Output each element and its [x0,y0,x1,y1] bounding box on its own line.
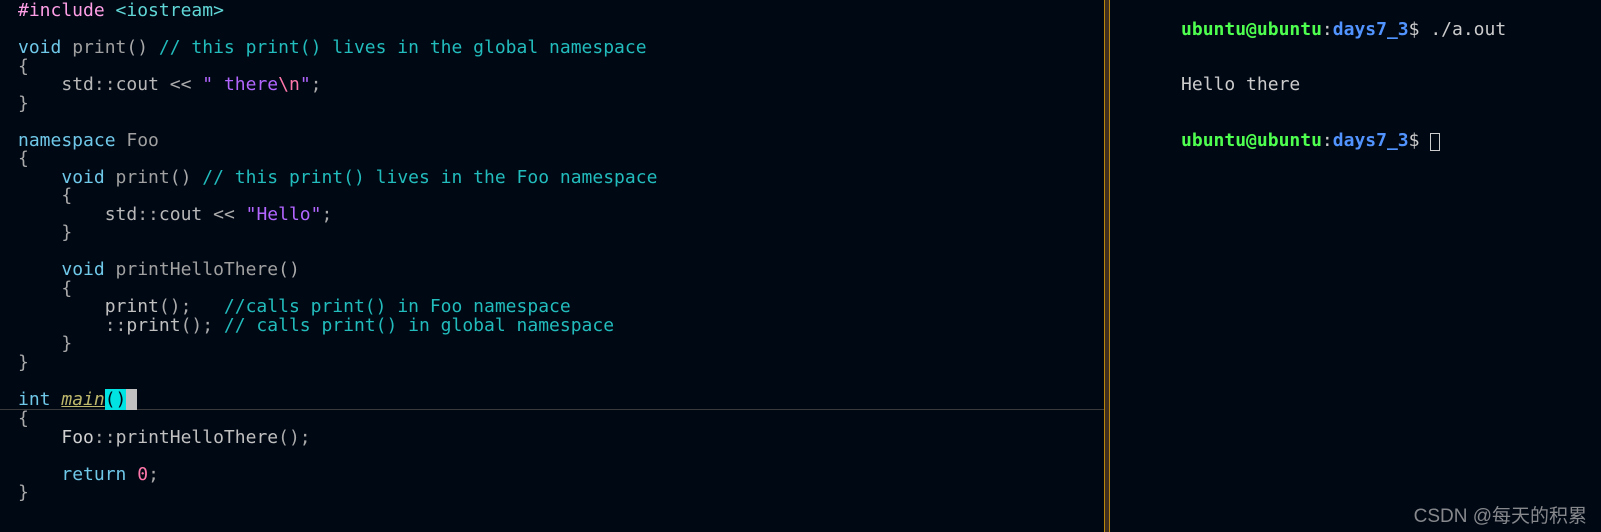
code-line[interactable]: return 0; [0,466,1104,485]
code-content [14,372,1104,391]
token-op: } [18,482,29,503]
token-op: :: [137,204,159,225]
code-line[interactable]: ::print(); // calls print() in global na… [0,317,1104,336]
code-content: #include <iostream> [14,2,1104,21]
code-line[interactable]: int main() [0,391,1104,411]
prompt-dollar: $ [1409,19,1420,40]
token-fooc: Foo [61,427,94,448]
code-line[interactable]: void print() // this print() lives in th… [0,39,1104,58]
editor-cursor-icon [126,389,137,410]
token-op: << [202,204,245,225]
terminal-output: Hello there [1116,58,1595,114]
code-line[interactable]: std::cout << "Hello"; [0,206,1104,225]
code-content: } [14,484,1104,503]
code-line[interactable] [0,113,1104,132]
token-esc: \n [278,74,300,95]
keyword-int: int [18,389,61,410]
token-inc: <iostream> [116,0,224,21]
code-line[interactable]: #include <iostream> [0,2,1104,21]
prompt-colon: : [1322,19,1333,40]
token-op: ; [311,74,322,95]
prompt-path: days7_3 [1333,19,1409,40]
token-ns: std [61,74,94,95]
code-line[interactable] [0,372,1104,391]
token-op: () [126,37,159,58]
token-op: (); [278,427,311,448]
function-main: main [61,389,104,410]
token-pp: #include [18,0,116,21]
token-call: print [126,315,180,336]
code-line[interactable]: } [0,354,1104,373]
token-fn: print [116,167,170,188]
terminal-line: ubuntu@ubuntu:days7_3$ [1116,113,1595,169]
terminal-line: ubuntu@ubuntu:days7_3$ ./a.out [1116,2,1595,58]
token-ns: cout [159,204,202,225]
code-line[interactable] [0,447,1104,466]
token-kw: return [61,464,137,485]
code-content: namespace Foo [14,132,1104,151]
terminal-command: ./a.out [1430,19,1506,40]
token-op: ; [148,464,159,485]
code-line[interactable]: namespace Foo [0,132,1104,151]
token-call: printHelloThere [116,427,279,448]
paren-match-highlight: () [105,389,127,410]
code-content: return 0; [14,466,1104,485]
token-op: :: [94,74,116,95]
code-line[interactable]: Foo::printHelloThere(); [0,429,1104,448]
token-str: " there [202,74,278,95]
token-op: << [159,74,202,95]
token-cmt: // this print() lives in the Foo namespa… [202,167,657,188]
token-str: " [300,74,311,95]
code-line[interactable]: } [0,95,1104,114]
token-cmt: // calls print() in global namespace [224,315,614,336]
code-line[interactable]: } [0,224,1104,243]
code-line[interactable]: void printHelloThere() [0,261,1104,280]
code-content: } [14,354,1104,373]
token-kw: namespace [18,130,126,151]
prompt-space [1419,130,1430,151]
code-content: ::print(); // calls print() in global na… [14,317,1104,336]
terminal-output-text: Hello there [1181,74,1300,95]
code-content: int main() [14,391,1104,410]
code-content [14,447,1104,466]
code-editor[interactable]: #include <iostream> void print() // this… [0,0,1104,532]
token-fn: printHelloThere [116,259,279,280]
code-line[interactable]: } [0,335,1104,354]
prompt-colon: : [1322,130,1333,151]
code-line[interactable]: std::cout << " there\n"; [0,76,1104,95]
token-op: () [278,259,300,280]
token-cmt: // this print() lives in the global name… [159,37,647,58]
workspace: #include <iostream> void print() // this… [0,0,1601,532]
token-op: () [170,167,203,188]
code-content: void printHelloThere() [14,261,1104,280]
prompt-user: ubuntu@ubuntu [1181,130,1322,151]
code-content: } [14,335,1104,354]
code-content: std::cout << " there\n"; [14,76,1104,95]
code-content: void print() // this print() lives in th… [14,169,1104,188]
code-content: std::cout << "Hello"; [14,206,1104,225]
code-content: void print() // this print() lives in th… [14,39,1104,58]
prompt-user: ubuntu@ubuntu [1181,19,1322,40]
code-line[interactable]: void print() // this print() lives in th… [0,169,1104,188]
code-line[interactable]: } [0,484,1104,503]
prompt-dollar: $ [1409,130,1420,151]
code-content: } [14,95,1104,114]
terminal-pane[interactable]: ubuntu@ubuntu:days7_3$ ./a.out Hello the… [1110,0,1601,532]
token-fn: print [72,37,126,58]
prompt-path: days7_3 [1333,130,1409,151]
code-content: Foo::printHelloThere(); [14,429,1104,448]
token-str: "Hello" [246,204,322,225]
token-op: (); [181,315,224,336]
token-op: :: [94,427,116,448]
token-ns: std [105,204,138,225]
code-content [14,113,1104,132]
token-ns: cout [116,74,159,95]
token-op: ; [321,204,332,225]
token-num: 0 [137,464,148,485]
token-fn: Foo [126,130,159,151]
terminal-cursor-icon [1430,133,1440,151]
code-content: } [14,224,1104,243]
token-op: } [18,222,72,243]
prompt-space [1419,19,1430,40]
